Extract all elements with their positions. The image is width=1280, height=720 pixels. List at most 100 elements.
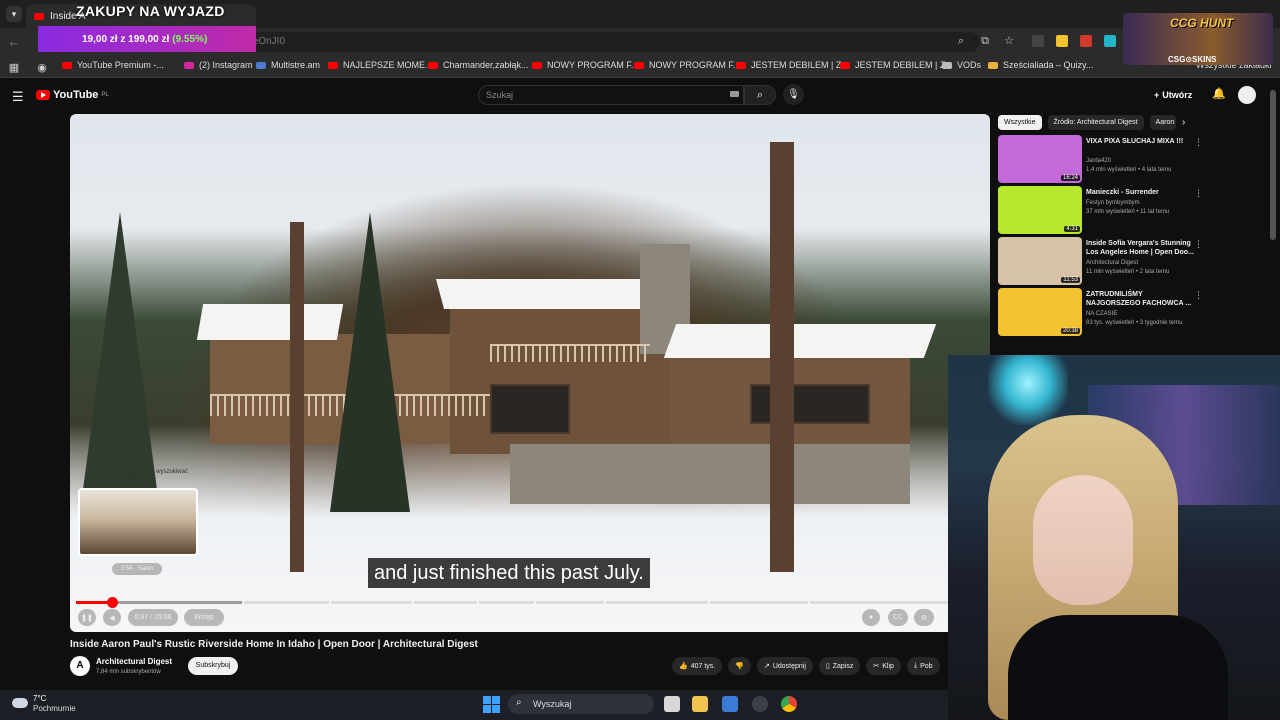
bookmark-icon: ▯ bbox=[825, 663, 830, 670]
apps-grid-icon[interactable]: ▦ bbox=[6, 60, 22, 76]
keyboard-icon[interactable] bbox=[730, 91, 739, 97]
back-arrow-icon[interactable]: ← bbox=[6, 34, 22, 50]
share-icon: ↗ bbox=[763, 663, 770, 670]
bookmark-item[interactable]: JESTEM DEBILEM | Z... bbox=[840, 60, 953, 70]
channel-avatar[interactable]: A bbox=[70, 656, 90, 676]
search-button[interactable]: ⌕ bbox=[744, 85, 776, 105]
bookmark-item[interactable]: NAJLEPSZE MOME... bbox=[328, 60, 433, 70]
youtube-logo[interactable]: YouTube PL bbox=[36, 89, 109, 101]
suggestion-channel: Jarda420 bbox=[1086, 158, 1112, 164]
suggestion-item[interactable]: 11:53 Inside Sofía Vergara's Stunning Lo… bbox=[998, 237, 1218, 287]
cloud-icon[interactable] bbox=[12, 698, 28, 708]
bookmark-item[interactable]: JESTEM DEBILEM | Z... bbox=[736, 60, 849, 70]
avatar[interactable] bbox=[1238, 86, 1256, 104]
bookmark-label: NOWY PROGRAM F... bbox=[649, 60, 741, 70]
dislike-button[interactable]: 👎 bbox=[728, 657, 751, 675]
progress-bar[interactable] bbox=[76, 597, 948, 608]
suggestion-meta: 83 tys. wyświetleń • 3 tygodnie temu bbox=[1086, 320, 1183, 326]
duration-badge: 16:24 bbox=[1060, 175, 1080, 181]
suggestion-meta: 11 mln wyświetleń • 2 lata temu bbox=[1086, 269, 1170, 275]
subtitles-button[interactable]: CC bbox=[888, 609, 908, 626]
search-icon: ⌕ bbox=[756, 89, 764, 101]
chip-aaron[interactable]: Aaron bbox=[1149, 115, 1176, 130]
extension-icon[interactable] bbox=[1032, 35, 1044, 47]
more-options-icon[interactable]: ⋮ bbox=[1194, 239, 1203, 250]
suggestion-item[interactable]: 20:38 ZATRUDNILIŚMY NAJGORSZEGO FACHOWCA… bbox=[998, 288, 1218, 338]
bookmark-item[interactable]: Sześcialiada – Quizy... bbox=[988, 60, 1093, 70]
filter-chips: Wszystkie Źródło: Architectural Digest A… bbox=[998, 115, 1176, 130]
bookmark-label: NAJLEPSZE MOME... bbox=[343, 60, 433, 70]
suggestion-item[interactable]: 16:24 VIXA PIXA SŁUCHAJ MIXA !!! Jarda42… bbox=[998, 135, 1218, 185]
autoplay-toggle[interactable]: ● bbox=[862, 609, 880, 626]
pause-icon: ❚❚ bbox=[81, 614, 93, 622]
page-scrollbar[interactable] bbox=[1270, 90, 1276, 240]
store-icon[interactable] bbox=[722, 696, 738, 712]
bookmark-item[interactable]: VODs bbox=[942, 60, 981, 70]
chip-source[interactable]: Źródło: Architectural Digest bbox=[1047, 115, 1144, 130]
install-icon[interactable]: ⧉ bbox=[979, 35, 991, 47]
save-button[interactable]: ▯ Zapisz bbox=[818, 657, 861, 675]
taskbar-search[interactable]: Wyszukaj bbox=[508, 694, 654, 714]
more-options-icon[interactable]: ⋮ bbox=[1194, 188, 1203, 199]
progress-scrubber[interactable] bbox=[106, 597, 118, 608]
bookmark-item[interactable]: NOWY PROGRAM F... bbox=[634, 60, 740, 70]
download-button[interactable]: ⤓ Pob bbox=[906, 657, 940, 675]
youtube-icon bbox=[840, 61, 850, 69]
extension-icon[interactable] bbox=[1080, 35, 1092, 47]
bookmark-item[interactable]: YouTube Premium -... bbox=[62, 60, 164, 70]
like-button[interactable]: 👍 407 tys. bbox=[672, 657, 723, 675]
search-icon: ⌕ bbox=[516, 697, 522, 708]
more-options-icon[interactable]: ⋮ bbox=[1194, 137, 1203, 148]
subtitles-icon: CC bbox=[892, 614, 904, 621]
video-player[interactable] bbox=[70, 114, 990, 632]
scissors-icon: ✂ bbox=[873, 663, 880, 670]
promo-percent: (9.55%) bbox=[172, 33, 208, 45]
chapter-button[interactable]: Wstęp bbox=[184, 609, 224, 626]
microphone-button[interactable]: 🎙 bbox=[783, 84, 804, 105]
settings-button[interactable]: ⚙ bbox=[914, 609, 934, 626]
create-button[interactable]: + Utwórz bbox=[1154, 86, 1192, 104]
windows-start-icon[interactable] bbox=[483, 696, 500, 713]
share-button[interactable]: ↗ Udostępnij bbox=[756, 657, 813, 675]
person-icon bbox=[988, 61, 998, 69]
chrome-icon[interactable] bbox=[781, 696, 797, 712]
chip-all[interactable]: Wszystkie bbox=[998, 115, 1042, 130]
bell-icon[interactable]: 🔔 bbox=[1212, 87, 1226, 100]
duration-badge: 4:31 bbox=[1064, 226, 1080, 232]
menu-icon[interactable]: ☰ bbox=[12, 89, 24, 105]
thumbs-up-icon: 👍 bbox=[679, 663, 688, 670]
address-actions: ⌕ ⧉ ☆ bbox=[955, 35, 1015, 47]
subscribe-button[interactable]: Subskrybuj bbox=[188, 657, 238, 675]
volume-icon: ◀ bbox=[109, 614, 115, 622]
chapter-marker bbox=[411, 601, 414, 604]
overlay-banner-title: CCG HUNT bbox=[1170, 16, 1234, 30]
extension-icon[interactable] bbox=[1056, 35, 1068, 47]
clip-button[interactable]: ✂ Klip bbox=[866, 657, 901, 675]
windows-taskbar bbox=[0, 690, 948, 720]
volume-button[interactable]: ◀ bbox=[103, 609, 121, 626]
gear-icon: ⚙ bbox=[920, 614, 928, 622]
bookmark-item[interactable]: Charmander,zabłąk... bbox=[428, 60, 529, 70]
file-explorer-icon[interactable] bbox=[692, 696, 708, 712]
more-options-icon[interactable]: ⋮ bbox=[1194, 290, 1203, 301]
time-display: 0:37 / 15:08 bbox=[128, 609, 178, 626]
pause-button[interactable]: ❚❚ bbox=[78, 609, 96, 626]
chrome-icon[interactable]: ◉ bbox=[34, 60, 50, 76]
suggestion-item[interactable]: 4:31 Manieczki - Surrender Festyn bymbym… bbox=[998, 186, 1218, 236]
bookmark-item[interactable]: (2) Instagram bbox=[184, 60, 253, 70]
bookmark-item[interactable]: Multistre.am bbox=[256, 60, 320, 70]
steam-icon[interactable] bbox=[752, 696, 768, 712]
chevron-right-icon[interactable]: › bbox=[1182, 117, 1185, 128]
channel-name[interactable]: Architectural Digest bbox=[96, 657, 172, 666]
bookmark-item[interactable]: NOWY PROGRAM F... bbox=[532, 60, 638, 70]
search-input[interactable]: Szukaj bbox=[478, 85, 744, 105]
extension-icon[interactable] bbox=[1104, 35, 1116, 47]
weather-description[interactable]: Pochmurnie bbox=[33, 704, 76, 713]
task-view-icon[interactable] bbox=[664, 696, 680, 712]
tab-menu-button[interactable]: ▾ bbox=[6, 6, 22, 22]
star-icon[interactable]: ☆ bbox=[1003, 35, 1015, 47]
zoom-icon[interactable]: ⌕ bbox=[955, 35, 967, 47]
weather-temperature[interactable]: 7°C bbox=[33, 694, 46, 703]
seek-hint: Podciągnij w górę, aby wyszukiwać precyz… bbox=[94, 469, 188, 482]
multistream-icon bbox=[256, 61, 266, 69]
